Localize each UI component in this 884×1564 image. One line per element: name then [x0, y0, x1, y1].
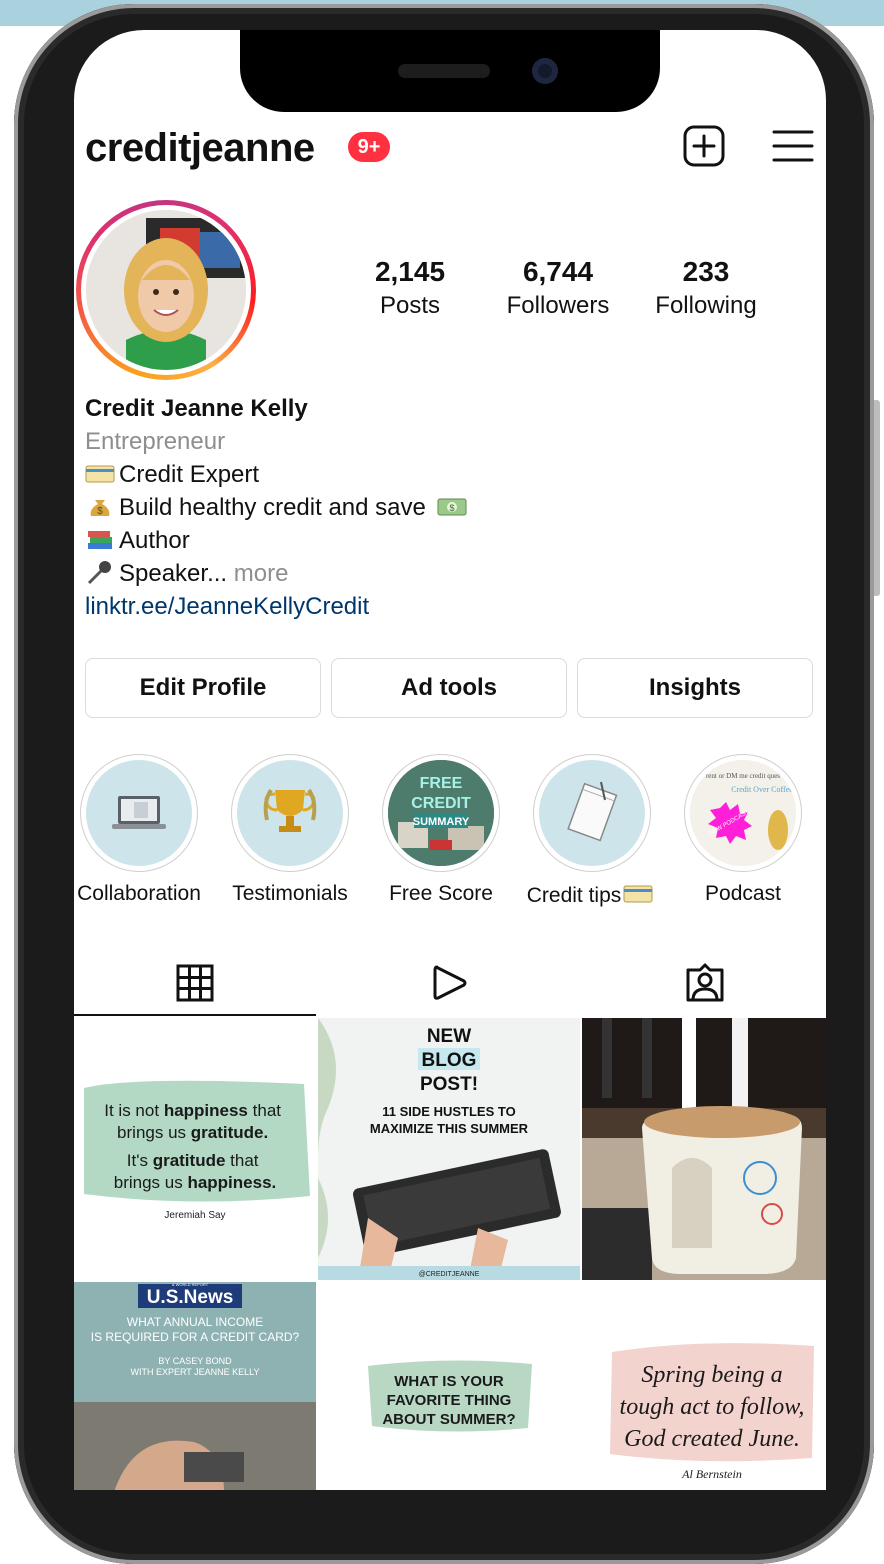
highlight-free-score[interactable]: FREE CREDIT SUMMARY Free Score — [366, 754, 516, 906]
posts-label: Posts — [379, 292, 441, 319]
insights-button[interactable]: Insights — [577, 658, 813, 718]
create-post-icon[interactable] — [682, 124, 726, 173]
blog-new: NEW — [427, 1026, 471, 1047]
edit-profile-button[interactable]: Edit Profile — [85, 658, 321, 718]
instagram-profile-screen: creditjeanne 9+ 2,145 Posts 6,744 Follow… — [74, 30, 826, 1490]
play-icon — [433, 965, 467, 1000]
bio-line-speaker: Speaker... more — [85, 557, 471, 590]
dollar-bill-icon: $ — [437, 495, 467, 519]
money-bag-icon: $ — [85, 495, 115, 519]
bio-line-credit-expert: Credit Expert — [85, 458, 471, 491]
podcast-image: rent or DM me credit ques Credit Over Co… — [690, 760, 796, 866]
quote-author: Jeremiah Say — [164, 1210, 225, 1221]
svg-text:$: $ — [97, 506, 103, 517]
podcast-title: Credit Over Coffee — [731, 785, 793, 794]
bio-line-build-credit: $ Build healthy credit and save $ — [85, 491, 471, 524]
tab-grid[interactable] — [74, 950, 316, 1016]
free-credit-summary-image: FREE CREDIT SUMMARY — [388, 760, 494, 866]
spring-line-2: tough act to follow, — [620, 1394, 805, 1420]
grid-icon — [176, 964, 214, 1002]
spring-author: Al Bernstein — [681, 1467, 742, 1481]
speaker-grille — [398, 64, 490, 78]
post-spring-quote[interactable]: Spring being a tough act to follow, God … — [582, 1282, 826, 1490]
menu-icon[interactable] — [772, 128, 814, 169]
svg-text:$: $ — [449, 503, 454, 513]
microphone-icon — [85, 561, 115, 585]
tab-tagged[interactable] — [584, 950, 826, 1016]
blog-sub-2: MAXIMIZE THIS SUMMER — [370, 1121, 529, 1136]
active-tab-indicator — [74, 1014, 316, 1016]
summary-text: SUMMARY — [413, 816, 470, 828]
notepad-icon — [539, 760, 645, 866]
bio-line-author: Author — [85, 524, 471, 557]
notification-badge[interactable]: 9+ — [348, 132, 390, 162]
profile-bio: Credit Jeanne Kelly Entrepreneur Credit … — [85, 392, 471, 623]
podcast-caption: rent or DM me credit ques — [706, 772, 780, 780]
highlight-podcast[interactable]: rent or DM me credit ques Credit Over Co… — [668, 754, 818, 906]
profile-username[interactable]: creditjeanne — [85, 126, 315, 171]
category-label: Entrepreneur — [85, 428, 226, 455]
blog-handle: @CREDITJEANNE — [419, 1271, 480, 1278]
usnews-by-1: BY CASEY BOND — [158, 1356, 232, 1366]
display-name: Credit Jeanne Kelly — [85, 395, 308, 422]
summer-line-3: ABOUT SUMMER? — [382, 1411, 515, 1428]
front-camera — [532, 58, 558, 84]
free-text: FREE — [420, 775, 463, 792]
post-coffee-mug[interactable] — [582, 1018, 826, 1280]
followers-count[interactable]: 6,744 Followers — [498, 256, 618, 320]
usnews-by-2: WITH EXPERT JEANNE KELLY — [130, 1367, 259, 1377]
credit-text: CREDIT — [411, 795, 471, 812]
post-gratitude-quote[interactable]: It is not happiness that brings us grati… — [74, 1018, 316, 1280]
notch — [240, 30, 660, 112]
following-value: 233 — [682, 256, 730, 287]
more-link[interactable]: more — [234, 560, 289, 587]
highlight-label: Collaboration — [77, 882, 201, 905]
highlight-credit-tips[interactable]: Credit tips — [517, 754, 667, 908]
story-ring[interactable] — [76, 200, 256, 380]
credit-card-icon — [85, 462, 115, 486]
usnews-line-2: IS REQUIRED FOR A CREDIT CARD? — [91, 1330, 300, 1344]
post-blog-side-hustles[interactable]: NEW BLOG POST! 11 SIDE HUSTLES TO MAXIMI… — [318, 1018, 580, 1280]
blog-sub-1: 11 SIDE HUSTLES TO — [382, 1104, 515, 1119]
tab-reels[interactable] — [326, 950, 574, 1016]
followers-value: 6,744 — [522, 256, 594, 287]
summer-line-1: WHAT IS YOUR — [394, 1373, 504, 1390]
usnews-logo: U.S.News — [147, 1287, 234, 1308]
trophy-icon — [237, 760, 343, 866]
highlight-label: Free Score — [389, 882, 493, 905]
following-label: Following — [655, 292, 757, 319]
usnews-report: & WORLD REPORT — [172, 1282, 209, 1287]
usnews-line-1: WHAT ANNUAL INCOME — [127, 1315, 263, 1329]
highlight-label: Testimonials — [232, 882, 348, 905]
avatar[interactable] — [86, 210, 246, 370]
laptop-icon — [86, 760, 192, 866]
highlight-label: Credit tips — [517, 882, 667, 908]
spring-line-3: God created June. — [624, 1426, 800, 1452]
post-summer-question[interactable]: WHAT IS YOUR FAVORITE THING ABOUT SUMMER… — [318, 1282, 580, 1490]
posts-value: 2,145 — [374, 256, 446, 287]
highlight-label: Podcast — [705, 882, 781, 905]
summer-line-2: FAVORITE THING — [387, 1392, 512, 1409]
posts-count[interactable]: 2,145 Posts — [360, 256, 460, 320]
blog-blog: BLOG — [422, 1050, 477, 1071]
profile-link[interactable]: linktr.ee/JeanneKellyCredit — [85, 590, 471, 623]
post-usnews-article[interactable]: U.S.News & WORLD REPORT WHAT ANNUAL INCO… — [74, 1282, 316, 1490]
spring-line-1: Spring being a — [641, 1362, 782, 1388]
blog-post: POST! — [420, 1074, 478, 1095]
books-icon — [85, 528, 115, 552]
followers-label: Followers — [506, 292, 610, 319]
credit-card-icon — [623, 882, 653, 906]
highlight-testimonials[interactable]: Testimonials — [215, 754, 365, 906]
ad-tools-button[interactable]: Ad tools — [331, 658, 567, 718]
highlight-collaboration[interactable]: Collaboration — [74, 754, 214, 906]
tagged-person-icon — [686, 963, 724, 1002]
following-count[interactable]: 233 Following — [646, 256, 766, 320]
